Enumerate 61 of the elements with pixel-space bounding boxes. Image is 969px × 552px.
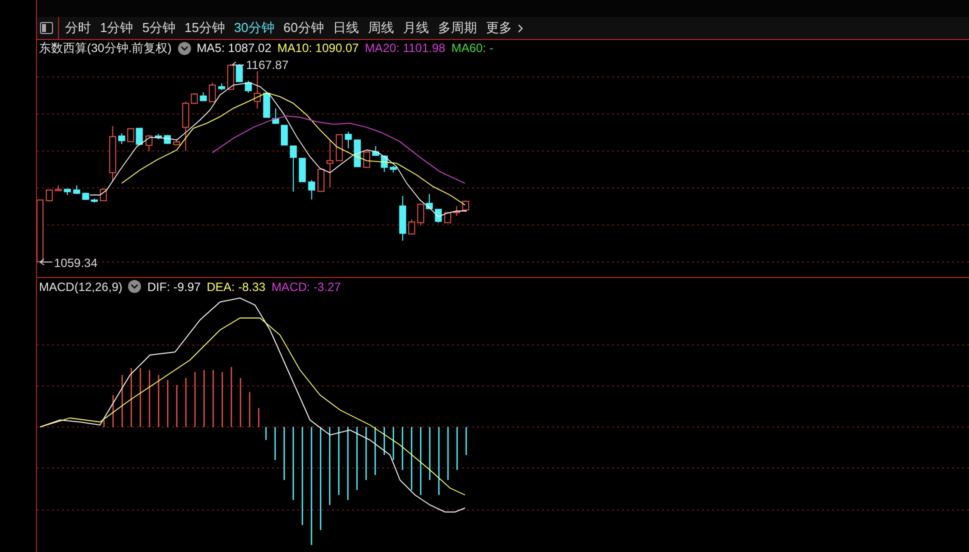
candlestick [164,134,171,144]
candlestick [444,212,452,224]
candlestick [363,152,370,168]
candlestick [254,70,261,110]
candlestick [263,92,270,118]
chevron-down-icon[interactable] [128,280,142,293]
candlestick [100,188,107,202]
panel-title: 东数西算(30分钟.前复权) [39,40,172,57]
candlestick [408,218,416,234]
candlestick [46,190,53,202]
panel-title: MACD(12,26,9) [39,278,122,296]
candlestick [290,146,297,192]
period-tab[interactable]: 1分钟 [100,18,134,38]
low-price-label: 1059.34 [54,256,98,270]
period-tab[interactable]: 分时 [65,18,91,38]
period-tab[interactable]: 月线 [402,18,429,38]
period-tab[interactable]: 60分钟 [283,18,324,38]
period-tab[interactable]: 多周期 [438,18,477,38]
candlestick [390,166,397,174]
indicator-value: DEA: -8.33 [206,278,266,296]
candlestick [399,196,406,242]
candlestick [453,206,460,216]
candlestick [73,184,80,194]
indicator-value: DIF: -9.97 [147,278,201,296]
candlestick [344,131,352,149]
more-button[interactable]: 更多 [486,18,527,38]
candlestick [434,208,442,224]
candlestick [200,92,207,102]
candlestick [336,134,343,162]
period-tab[interactable]: 日线 [332,18,359,38]
high-marker-arrow [232,62,244,66]
period-tab[interactable]: 30分钟 [234,18,274,38]
chevron-down-icon[interactable] [178,42,191,54]
low-marker-arrow [40,258,52,266]
period-tab[interactable]: 周线 [368,18,394,38]
candlestick [218,82,226,90]
indicator-value: MA5: 1087.02 [196,40,272,57]
candlestick [37,200,44,264]
candlestick [208,82,216,102]
candlestick [154,134,162,140]
candlestick [462,200,470,212]
candlestick [354,140,361,168]
candlestick [298,158,306,182]
candlestick [118,132,126,144]
candlestick [109,126,116,182]
candlestick [146,134,152,152]
indicator-value: MA10: 1090.07 [277,40,359,57]
high-price-label: 1167.87 [246,58,288,72]
period-tab[interactable]: 5分钟 [142,18,176,38]
sidebar-toggle-icon[interactable] [40,22,53,34]
candlestick [173,140,180,146]
candlestick [326,140,334,188]
candlestick [318,168,324,192]
candlestick [308,180,316,200]
candlestick [244,80,252,94]
period-tab[interactable]: 15分钟 [184,18,225,38]
candlestick [54,184,62,192]
candlestick [64,188,71,196]
indicator-value: MACD: -3.27 [271,278,341,296]
indicator-value: MA60: - [451,40,494,57]
indicator-value: MA20: 1101.98 [364,40,446,57]
